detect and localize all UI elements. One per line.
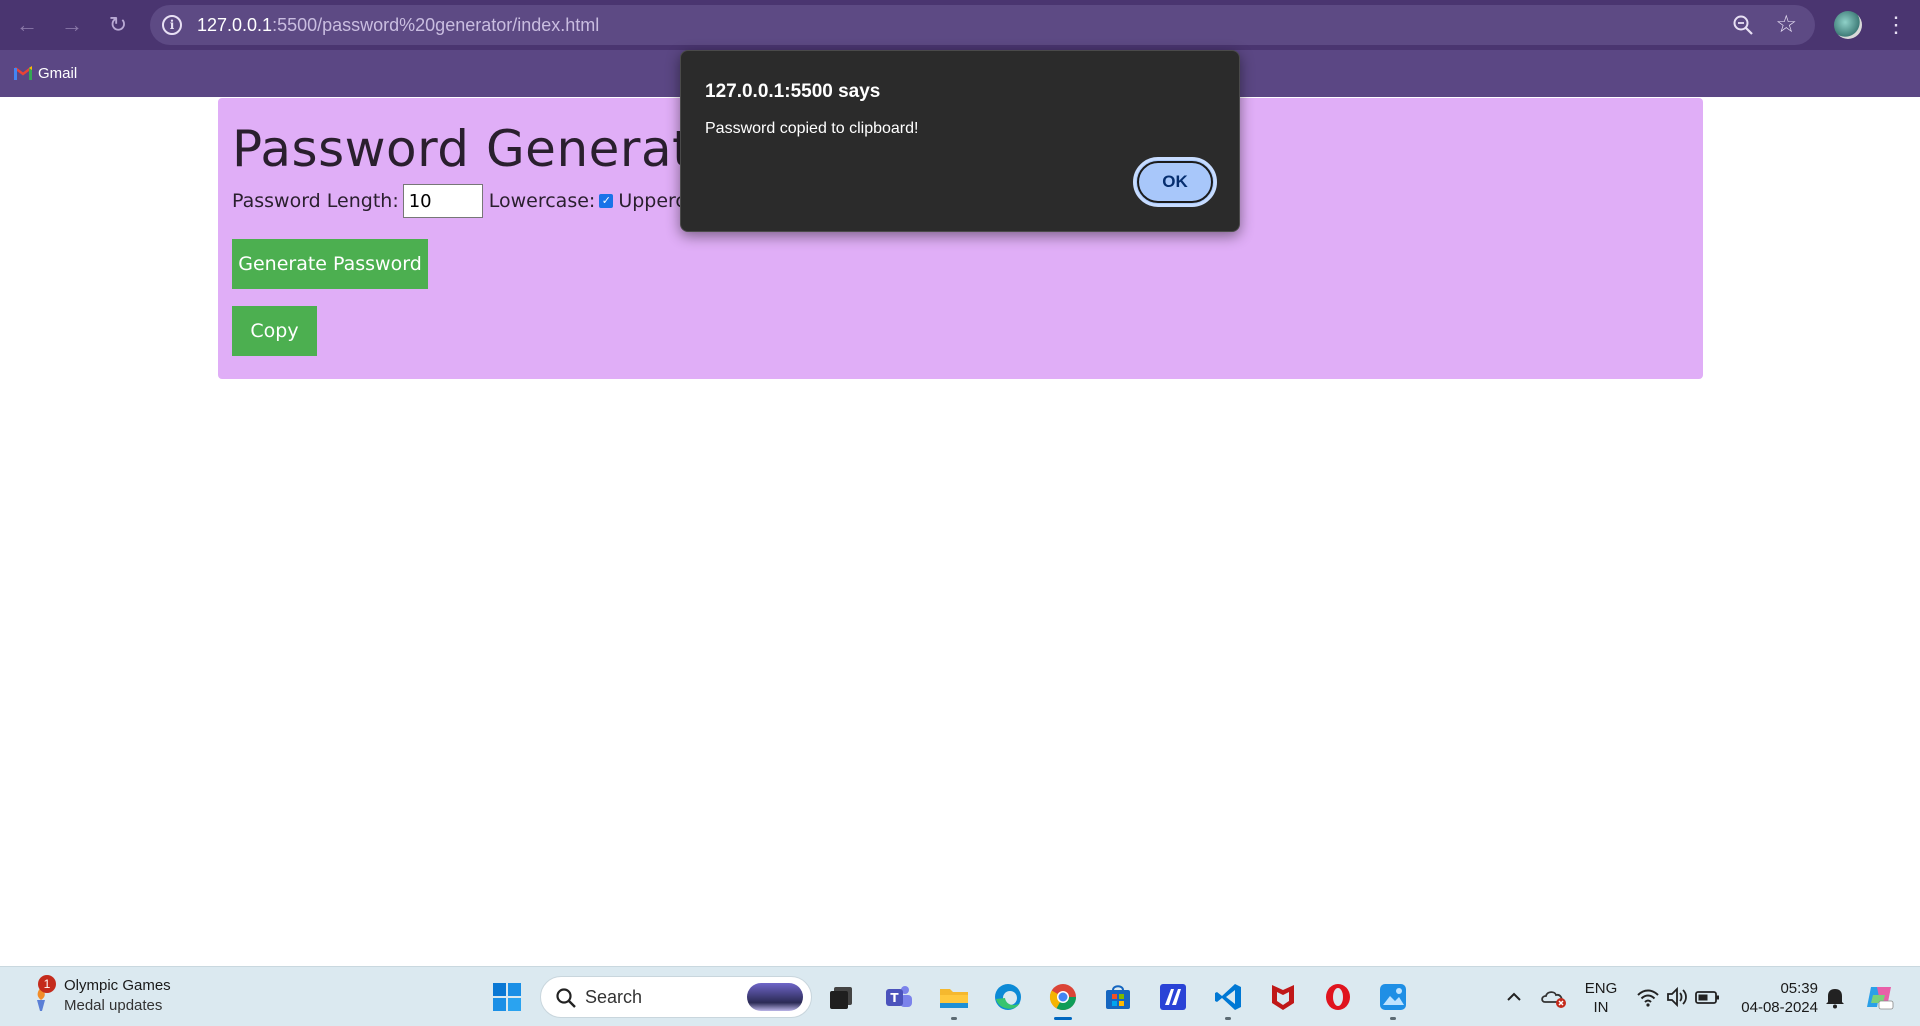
dialog-title: 127.0.0.1:5500 says: [705, 81, 881, 102]
widgets-button[interactable]: 1 Olympic Games Medal updates: [26, 975, 186, 1019]
zoom-icon[interactable]: [1731, 13, 1755, 37]
input-language[interactable]: ENG IN: [1583, 979, 1619, 1026]
notification-bell-icon[interactable]: [1819, 981, 1851, 1013]
site-info-icon[interactable]: i: [162, 15, 182, 35]
file-explorer-icon[interactable]: [938, 981, 970, 1013]
file-explorer-running-indicator: [951, 1017, 957, 1020]
page-title: Password Generator: [232, 120, 745, 178]
lowercase-label: Lowercase:: [488, 190, 596, 212]
vscode-running-indicator: [1225, 1017, 1231, 1020]
battery-icon[interactable]: [1691, 981, 1723, 1013]
chrome-active-indicator: [1054, 1017, 1072, 1020]
taskbar-search[interactable]: Search: [540, 976, 812, 1018]
reload-icon[interactable]: ↻: [103, 10, 133, 40]
ok-button[interactable]: OK: [1133, 157, 1217, 207]
vscode-icon[interactable]: [1212, 981, 1244, 1013]
address-bar[interactable]: i 127.0.0.1:5500/password%20generator/in…: [150, 5, 1815, 45]
volume-icon[interactable]: [1661, 981, 1693, 1013]
bookmark-star-icon[interactable]: ☆: [1775, 10, 1797, 40]
task-view-icon[interactable]: [825, 981, 857, 1013]
onedrive-icon[interactable]: [1538, 981, 1570, 1013]
chrome-icon[interactable]: [1047, 981, 1079, 1013]
clock-time: 05:39: [1780, 980, 1818, 997]
widget-subtitle: Medal updates: [64, 997, 163, 1014]
region-code: IN: [1593, 999, 1609, 1016]
more-menu-icon[interactable]: ⋮: [1885, 10, 1907, 40]
photos-icon[interactable]: [1377, 981, 1409, 1013]
dialog-message: Password copied to clipboard!: [705, 120, 919, 137]
lowercase-checkbox[interactable]: ✓: [599, 194, 614, 208]
system-clock[interactable]: 05:39 04-08-2024: [1734, 979, 1818, 1026]
profile-avatar[interactable]: [1834, 11, 1862, 39]
search-icon: [556, 988, 576, 1008]
copy-button[interactable]: Copy: [232, 306, 317, 356]
widget-title: Olympic Games: [64, 977, 171, 994]
copilot-icon[interactable]: [1863, 981, 1895, 1013]
bookmark-gmail[interactable]: Gmail: [14, 61, 77, 85]
microsoft-store-icon[interactable]: [1102, 981, 1134, 1013]
url-text[interactable]: 127.0.0.1:5500/password%20generator/inde…: [197, 5, 599, 45]
alert-dialog: 127.0.0.1:5500 says Password copied to c…: [680, 50, 1240, 232]
back-arrow-icon[interactable]: ←: [12, 10, 42, 40]
edge-icon[interactable]: [992, 981, 1024, 1013]
taskbar: 1 Olympic Games Medal updates Search T E…: [0, 966, 1920, 1026]
language-code: ENG: [1584, 980, 1618, 997]
generate-password-button[interactable]: Generate Password: [232, 239, 428, 289]
forward-arrow-icon[interactable]: →: [57, 10, 87, 40]
editor-app-icon[interactable]: [1157, 981, 1189, 1013]
svg-text:T: T: [890, 991, 899, 1005]
chevron-up-icon[interactable]: [1498, 981, 1530, 1013]
options-row: Password Length: Lowercase: ✓ Uppercase:…: [232, 184, 749, 218]
bookmark-gmail-label: Gmail: [38, 64, 78, 82]
search-highlight-image: [747, 983, 803, 1011]
opera-icon[interactable]: [1322, 981, 1354, 1013]
wifi-icon[interactable]: [1632, 981, 1664, 1013]
length-input[interactable]: [402, 184, 483, 218]
teams-icon[interactable]: T: [883, 981, 915, 1013]
search-placeholder: Search: [585, 987, 643, 1007]
mcafee-icon[interactable]: [1267, 981, 1299, 1013]
notification-badge: 1: [38, 975, 56, 993]
gmail-icon: [14, 66, 32, 80]
clock-date: 04-08-2024: [1741, 999, 1818, 1016]
windows-start-icon[interactable]: [491, 981, 523, 1013]
photos-running-indicator: [1390, 1017, 1396, 1020]
browser-toolbar: ← → ↻ i 127.0.0.1:5500/password%20genera…: [0, 0, 1920, 50]
length-label: Password Length:: [232, 190, 399, 212]
